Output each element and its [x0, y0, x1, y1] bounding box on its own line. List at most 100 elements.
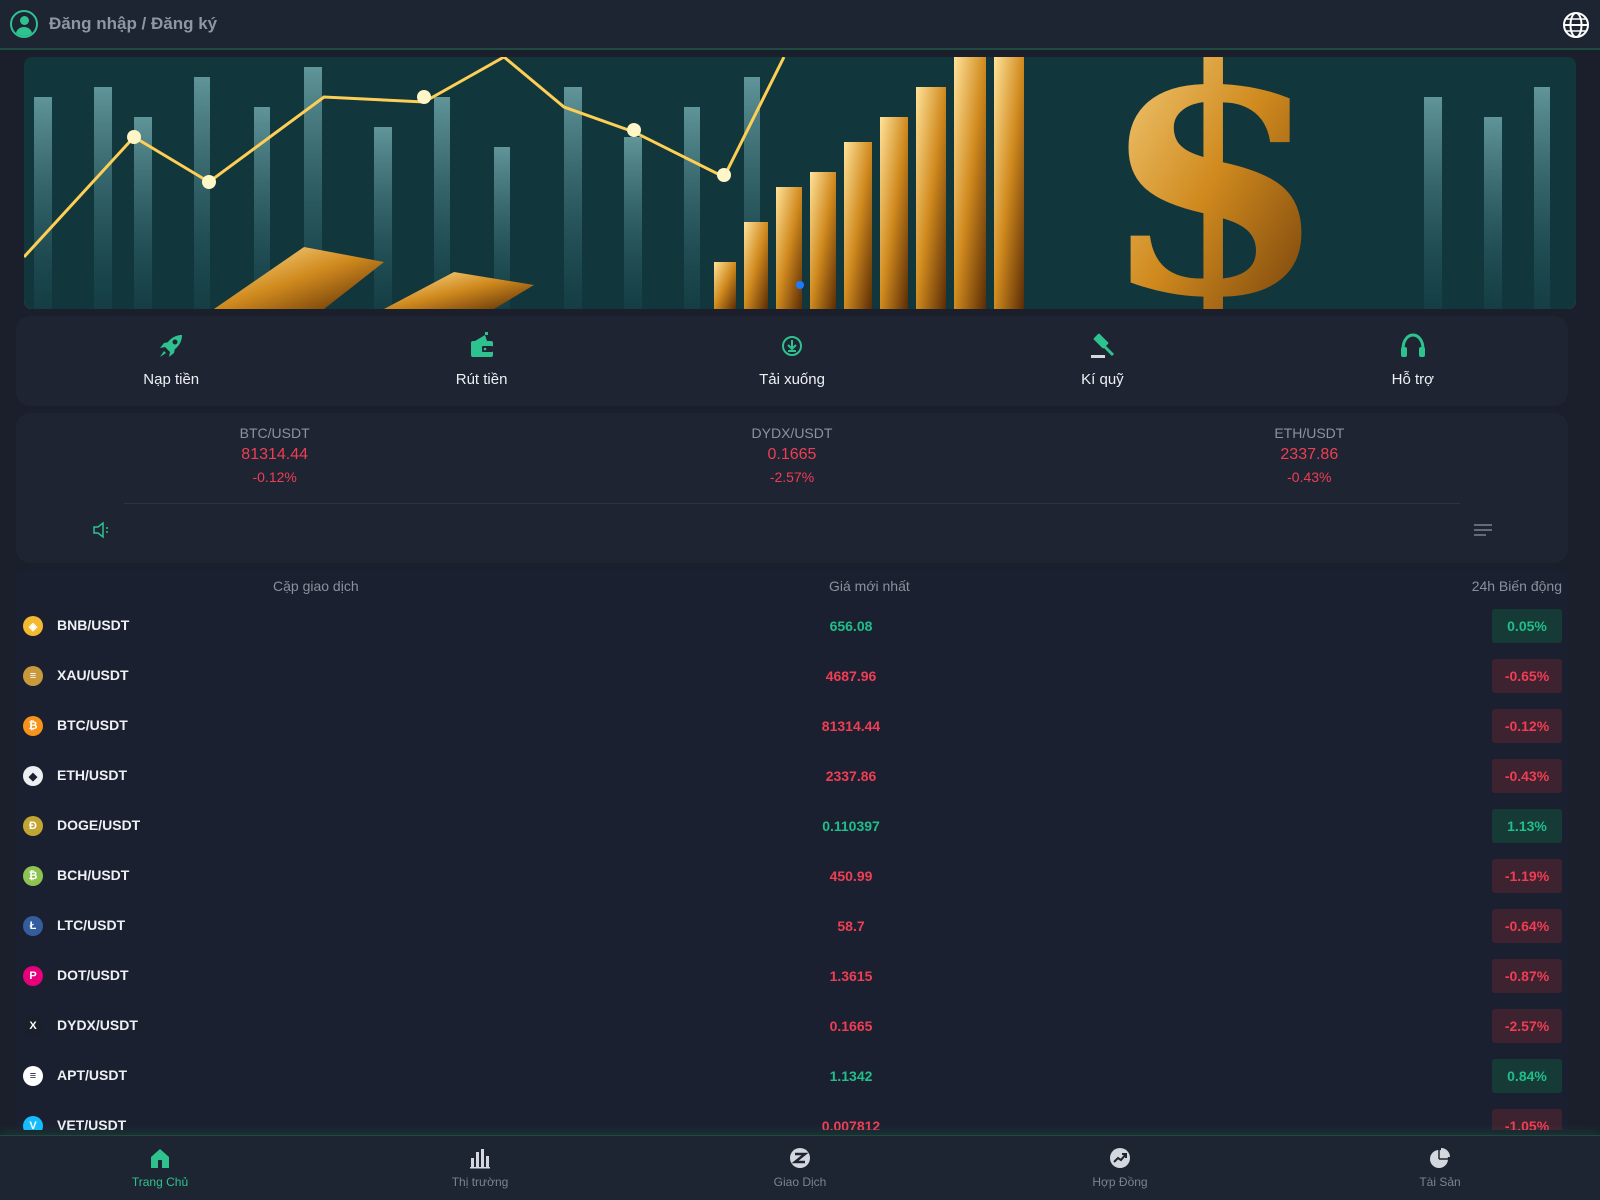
last-price: 0.110397 — [822, 818, 880, 834]
pair-name: DOT/USDT — [57, 967, 129, 983]
pair-name: VET/USDT — [57, 1117, 127, 1130]
ticker-eth[interactable]: ETH/USDT 2337.86 -0.43% — [1051, 425, 1568, 485]
login-register-link[interactable]: Đăng nhập / Đăng ký — [49, 14, 217, 34]
pair-name: LTC/USDT — [57, 917, 126, 933]
carousel-dot[interactable] — [796, 281, 804, 289]
pair-name: BNB/USDT — [57, 617, 130, 633]
user-avatar-icon[interactable] — [10, 10, 38, 38]
ticker-price: 2337.86 — [1280, 446, 1339, 463]
ticker-price: 81314.44 — [241, 446, 309, 463]
last-price: 81314.44 — [821, 718, 881, 734]
margin-button[interactable]: Kí quỹ — [947, 316, 1257, 406]
ticker-change: -2.57% — [769, 469, 815, 485]
ticker-pair: BTC/USDT — [239, 425, 310, 441]
table-row[interactable]: ◆ ETH/USDT 2337.86 -0.43% — [16, 750, 1568, 800]
withdraw-button[interactable]: Rút tiền — [326, 316, 636, 406]
table-row[interactable]: ₿ BTC/USDT 81314.44 -0.12% — [16, 700, 1568, 750]
change-badge: 0.84% — [1492, 1059, 1562, 1093]
top-header: Đăng nhập / Đăng ký — [0, 0, 1600, 50]
home-icon — [151, 1149, 169, 1168]
col-change-header: 24h Biến động — [1471, 578, 1562, 594]
pair-name: DOGE/USDT — [57, 817, 141, 833]
table-row[interactable]: Ð DOGE/USDT 0.110397 1.13% — [16, 800, 1568, 850]
last-price: 656.08 — [829, 618, 873, 634]
ticker-change: -0.43% — [1287, 469, 1332, 485]
nav-assets[interactable]: Tài Sản — [1280, 1136, 1600, 1200]
pair-name: BTC/USDT — [57, 717, 128, 733]
col-price-header: Giá mới nhất — [829, 578, 910, 594]
change-badge: 1.13% — [1492, 809, 1562, 843]
pie-chart-icon — [1430, 1148, 1450, 1168]
pair-name: ETH/USDT — [57, 767, 127, 783]
nav-home[interactable]: Trang Chủ — [0, 1136, 320, 1200]
deposit-button[interactable]: Nạp tiền — [16, 316, 326, 406]
pair-name: XAU/USDT — [57, 667, 129, 683]
table-row[interactable]: X DYDX/USDT 0.1665 -2.57% — [16, 1000, 1568, 1050]
table-row[interactable]: ≡ XAU/USDT 4687.96 -0.65% — [16, 650, 1568, 700]
change-badge: -1.19% — [1492, 859, 1562, 893]
change-badge: -0.64% — [1492, 909, 1562, 943]
coin-icon: ≡ — [23, 1066, 43, 1086]
last-price: 2337.86 — [825, 768, 877, 784]
change-badge: 0.05% — [1492, 609, 1562, 643]
ticker-change: -0.12% — [252, 469, 297, 485]
ticker-divider — [124, 503, 1460, 504]
market-table: Cặp giao dịch Giá mới nhất 24h Biến động… — [16, 570, 1568, 1130]
last-price: 58.7 — [837, 918, 865, 934]
nav-contract[interactable]: Hợp Đồng — [960, 1136, 1280, 1200]
coin-icon: ₿ — [23, 866, 43, 886]
table-row[interactable]: P DOT/USDT 1.3615 -0.87% — [16, 950, 1568, 1000]
download-icon — [782, 336, 803, 356]
pair-name: BCH/USDT — [57, 867, 130, 883]
coin-icon: ≡ — [23, 666, 43, 686]
promo-banner[interactable]: $ — [24, 57, 1576, 309]
last-price: 1.3615 — [829, 968, 873, 984]
download-button[interactable]: Tải xuống — [637, 316, 947, 406]
table-body: ◈ BNB/USDT 656.08 0.05% ≡ XAU/USDT 4687.96 -0.6… — [16, 600, 1568, 1130]
ticker-dydx[interactable]: DYDX/USDT 0.1665 -2.57% — [533, 425, 1050, 485]
last-price: 1.1342 — [829, 1068, 873, 1084]
coin-icon: Ð — [23, 816, 43, 836]
coin-icon: ◆ — [23, 766, 43, 786]
last-price: 0.1665 — [829, 1018, 873, 1034]
svg-text:$: $ — [1099, 57, 1329, 309]
globe-icon[interactable] — [1562, 11, 1590, 39]
bottom-navigation: Trang Chủ Thị trường Giao Dịch Hợp Đồng — [0, 1135, 1600, 1200]
coin-icon: X — [23, 1016, 43, 1036]
table-row[interactable]: V VET/USDT 0.007812 -1.05% — [16, 1100, 1568, 1130]
ticker-pair: DYDX/USDT — [751, 425, 833, 441]
nav-assets-label: Tài Sản — [1419, 1175, 1461, 1189]
nav-trade[interactable]: Giao Dịch — [640, 1136, 960, 1200]
nav-trade-label: Giao Dịch — [773, 1175, 827, 1189]
ticker-btc[interactable]: BTC/USDT 81314.44 -0.12% — [16, 425, 533, 485]
pair-name: DYDX/USDT — [57, 1017, 138, 1033]
nav-market[interactable]: Thị trường — [320, 1136, 640, 1200]
support-button[interactable]: Hỗ trợ — [1258, 316, 1568, 406]
ticker-panel: BTC/USDT 81314.44 -0.12% DYDX/USDT 0.166… — [16, 413, 1568, 563]
banner-image: $ — [24, 57, 1576, 309]
rocket-icon — [160, 335, 183, 357]
change-badge: -0.65% — [1492, 659, 1562, 693]
table-row[interactable]: ₿ BCH/USDT 450.99 -1.19% — [16, 850, 1568, 900]
change-badge: -1.05% — [1492, 1109, 1562, 1130]
table-row[interactable]: ≡ APT/USDT 1.1342 0.84% — [16, 1050, 1568, 1100]
table-row[interactable]: ◈ BNB/USDT 656.08 0.05% — [16, 600, 1568, 650]
headset-icon — [1400, 333, 1425, 357]
coin-icon: ₿ — [23, 716, 43, 736]
bar-chart-icon — [470, 1149, 490, 1169]
speaker-icon — [93, 521, 108, 539]
exchange-icon — [790, 1148, 810, 1168]
col-pair-header: Cặp giao dịch — [273, 578, 359, 594]
table-row[interactable]: Ł LTC/USDT 58.7 -0.64% — [16, 900, 1568, 950]
withdraw-label: Rút tiền — [455, 371, 508, 388]
coin-icon: ◈ — [23, 616, 43, 636]
last-price: 450.99 — [829, 868, 873, 884]
nav-contract-label: Hợp Đồng — [1092, 1175, 1148, 1189]
announcement-menu-icon[interactable] — [1474, 523, 1492, 537]
pair-name: APT/USDT — [57, 1067, 127, 1083]
ticker-pair: ETH/USDT — [1274, 425, 1345, 441]
change-badge: -0.12% — [1492, 709, 1562, 743]
nav-market-label: Thị trường — [451, 1175, 509, 1189]
coin-icon: V — [23, 1116, 43, 1130]
margin-label: Kí quỹ — [1081, 371, 1124, 388]
